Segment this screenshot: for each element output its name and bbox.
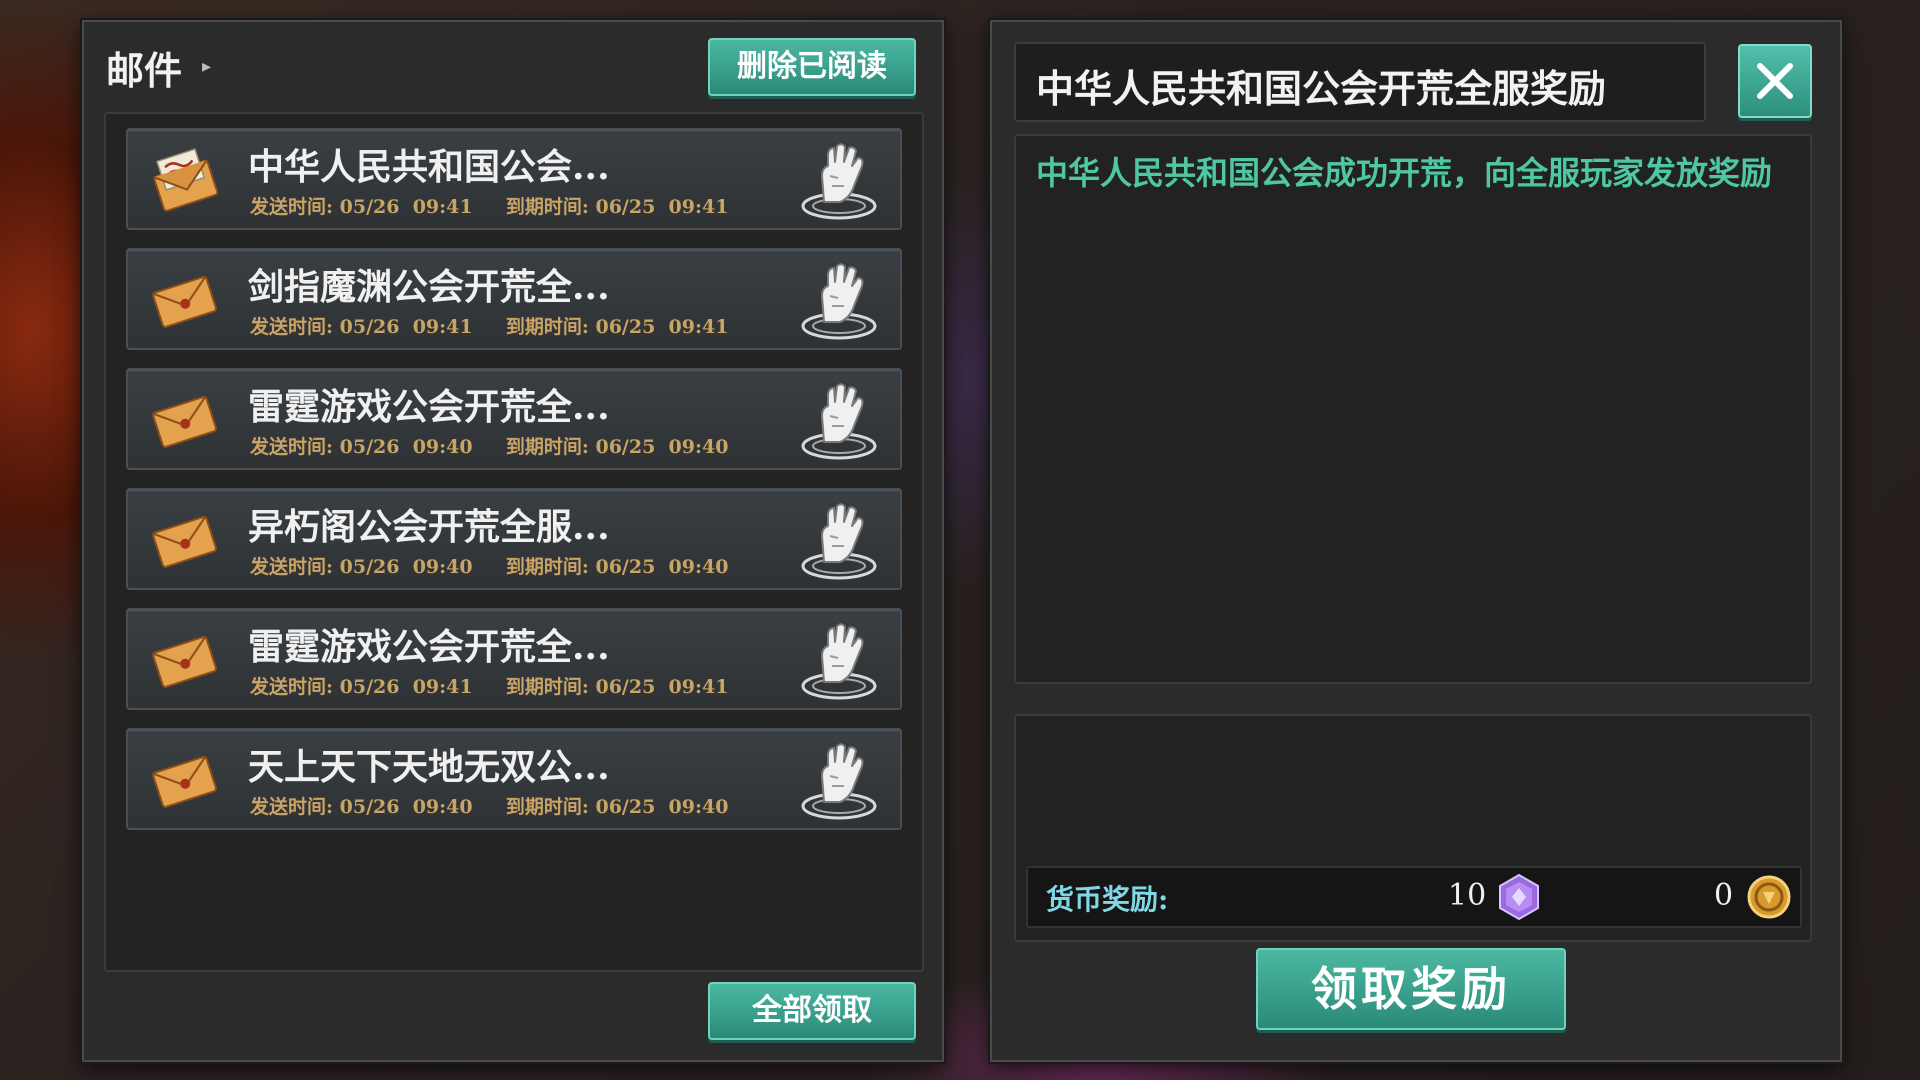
expire-time-value: 06/25 09:41 bbox=[595, 676, 729, 698]
mail-subject: 异朽阁公会开荒全服... bbox=[248, 506, 610, 548]
expire-time-value: 06/25 09:41 bbox=[595, 196, 729, 218]
mail-times: 发送时间: 05/26 09:40 到期时间: 06/25 09:40 bbox=[250, 552, 728, 579]
send-time-label: 发送时间: bbox=[250, 556, 334, 578]
title-arrow-icon: ▸ bbox=[202, 56, 212, 77]
expire-time-label: 到期时间: bbox=[505, 316, 589, 338]
send-time-label: 发送时间: bbox=[250, 796, 334, 818]
expire-time-value: 06/25 09:40 bbox=[595, 796, 729, 818]
mail-list[interactable]: 中华人民共和国公会... 发送时间: 05/26 09:41 到期时间: 06/… bbox=[104, 112, 924, 972]
mail-subject: 剑指魔渊公会开荒全... bbox=[248, 266, 610, 308]
gauntlet-hand-icon[interactable] bbox=[794, 256, 884, 344]
gem-reward-value: 10 bbox=[1448, 878, 1487, 913]
send-time-label: 发送时间: bbox=[250, 316, 334, 338]
mail-item[interactable]: 异朽阁公会开荒全服... 发送时间: 05/26 09:40 到期时间: 06/… bbox=[126, 488, 902, 590]
close-button[interactable] bbox=[1738, 44, 1812, 118]
send-time-label: 发送时间: bbox=[250, 196, 334, 218]
send-time-value: 05/26 09:40 bbox=[339, 796, 473, 818]
mail-panel: 邮件 ▸ 删除已阅读 中华人民共和国公会... 发送时间: 05/26 09:4… bbox=[82, 20, 944, 1062]
gold-reward-value: 0 bbox=[1714, 878, 1734, 913]
envelope-icon bbox=[148, 748, 220, 812]
gauntlet-hand-icon[interactable] bbox=[794, 376, 884, 464]
expire-time-label: 到期时间: bbox=[505, 676, 589, 698]
expire-time-label: 到期时间: bbox=[505, 796, 589, 818]
envelope-icon bbox=[148, 268, 220, 332]
gauntlet-hand-icon[interactable] bbox=[794, 616, 884, 704]
mail-times: 发送时间: 05/26 09:40 到期时间: 06/25 09:40 bbox=[250, 432, 728, 459]
delete-read-button[interactable]: 删除已阅读 bbox=[708, 38, 916, 96]
mail-times: 发送时间: 05/26 09:41 到期时间: 06/25 09:41 bbox=[250, 192, 728, 219]
mail-item[interactable]: 天上天下天地无双公... 发送时间: 05/26 09:40 到期时间: 06/… bbox=[126, 728, 902, 830]
currency-reward-bar: 货币奖励: 10 0 bbox=[1026, 866, 1802, 928]
envelope-icon bbox=[148, 628, 220, 692]
mail-subject: 天上天下天地无双公... bbox=[248, 746, 610, 788]
send-time-value: 05/26 09:41 bbox=[339, 196, 473, 218]
mail-subject: 雷霆游戏公会开荒全... bbox=[248, 386, 610, 428]
mail-item[interactable]: 中华人民共和国公会... 发送时间: 05/26 09:41 到期时间: 06/… bbox=[126, 128, 902, 230]
send-time-label: 发送时间: bbox=[250, 436, 334, 458]
reward-box: 货币奖励: 10 0 bbox=[1014, 714, 1812, 942]
expire-time-label: 到期时间: bbox=[505, 436, 589, 458]
expire-time-value: 06/25 09:40 bbox=[595, 556, 729, 578]
mail-detail-text: 中华人民共和国公会成功开荒，向全服玩家发放奖励 bbox=[1036, 154, 1773, 192]
mail-item[interactable]: 雷霆游戏公会开荒全... 发送时间: 05/26 09:40 到期时间: 06/… bbox=[126, 368, 902, 470]
claim-all-button[interactable]: 全部领取 bbox=[708, 982, 916, 1040]
send-time-label: 发送时间: bbox=[250, 676, 334, 698]
gold-coin-icon bbox=[1747, 875, 1791, 919]
mail-detail-title: 中华人民共和国公会开荒全服奖励 bbox=[1036, 66, 1607, 111]
mail-item[interactable]: 雷霆游戏公会开荒全... 发送时间: 05/26 09:41 到期时间: 06/… bbox=[126, 608, 902, 710]
gauntlet-hand-icon[interactable] bbox=[794, 136, 884, 224]
mail-subject: 雷霆游戏公会开荒全... bbox=[248, 626, 610, 668]
send-time-value: 05/26 09:41 bbox=[339, 316, 473, 338]
claim-reward-button[interactable]: 领取奖励 bbox=[1256, 948, 1566, 1030]
mail-detail-body: 中华人民共和国公会成功开荒，向全服玩家发放奖励 bbox=[1014, 134, 1812, 684]
envelope-icon bbox=[148, 508, 220, 572]
expire-time-value: 06/25 09:41 bbox=[595, 316, 729, 338]
close-icon bbox=[1757, 63, 1793, 99]
send-time-value: 05/26 09:40 bbox=[339, 436, 473, 458]
envelope-icon bbox=[148, 388, 220, 452]
expire-time-label: 到期时间: bbox=[505, 556, 589, 578]
currency-reward-label: 货币奖励: bbox=[1046, 883, 1169, 916]
mail-subject: 中华人民共和国公会... bbox=[248, 146, 610, 188]
mail-times: 发送时间: 05/26 09:40 到期时间: 06/25 09:40 bbox=[250, 792, 728, 819]
gauntlet-hand-icon[interactable] bbox=[794, 736, 884, 824]
gauntlet-hand-icon[interactable] bbox=[794, 496, 884, 584]
mail-detail-title-box: 中华人民共和国公会开荒全服奖励 bbox=[1014, 42, 1706, 122]
mail-panel-title: 邮件 bbox=[106, 48, 183, 93]
mail-detail-panel: 中华人民共和国公会开荒全服奖励 中华人民共和国公会成功开荒，向全服玩家发放奖励 … bbox=[990, 20, 1842, 1062]
send-time-value: 05/26 09:40 bbox=[339, 556, 473, 578]
mail-item[interactable]: 剑指魔渊公会开荒全... 发送时间: 05/26 09:41 到期时间: 06/… bbox=[126, 248, 902, 350]
expire-time-label: 到期时间: bbox=[505, 196, 589, 218]
mail-times: 发送时间: 05/26 09:41 到期时间: 06/25 09:41 bbox=[250, 312, 728, 339]
open-envelope-icon bbox=[148, 148, 220, 212]
expire-time-value: 06/25 09:40 bbox=[595, 436, 729, 458]
mail-times: 发送时间: 05/26 09:41 到期时间: 06/25 09:41 bbox=[250, 672, 728, 699]
send-time-value: 05/26 09:41 bbox=[339, 676, 473, 698]
purple-gem-icon bbox=[1499, 873, 1539, 921]
